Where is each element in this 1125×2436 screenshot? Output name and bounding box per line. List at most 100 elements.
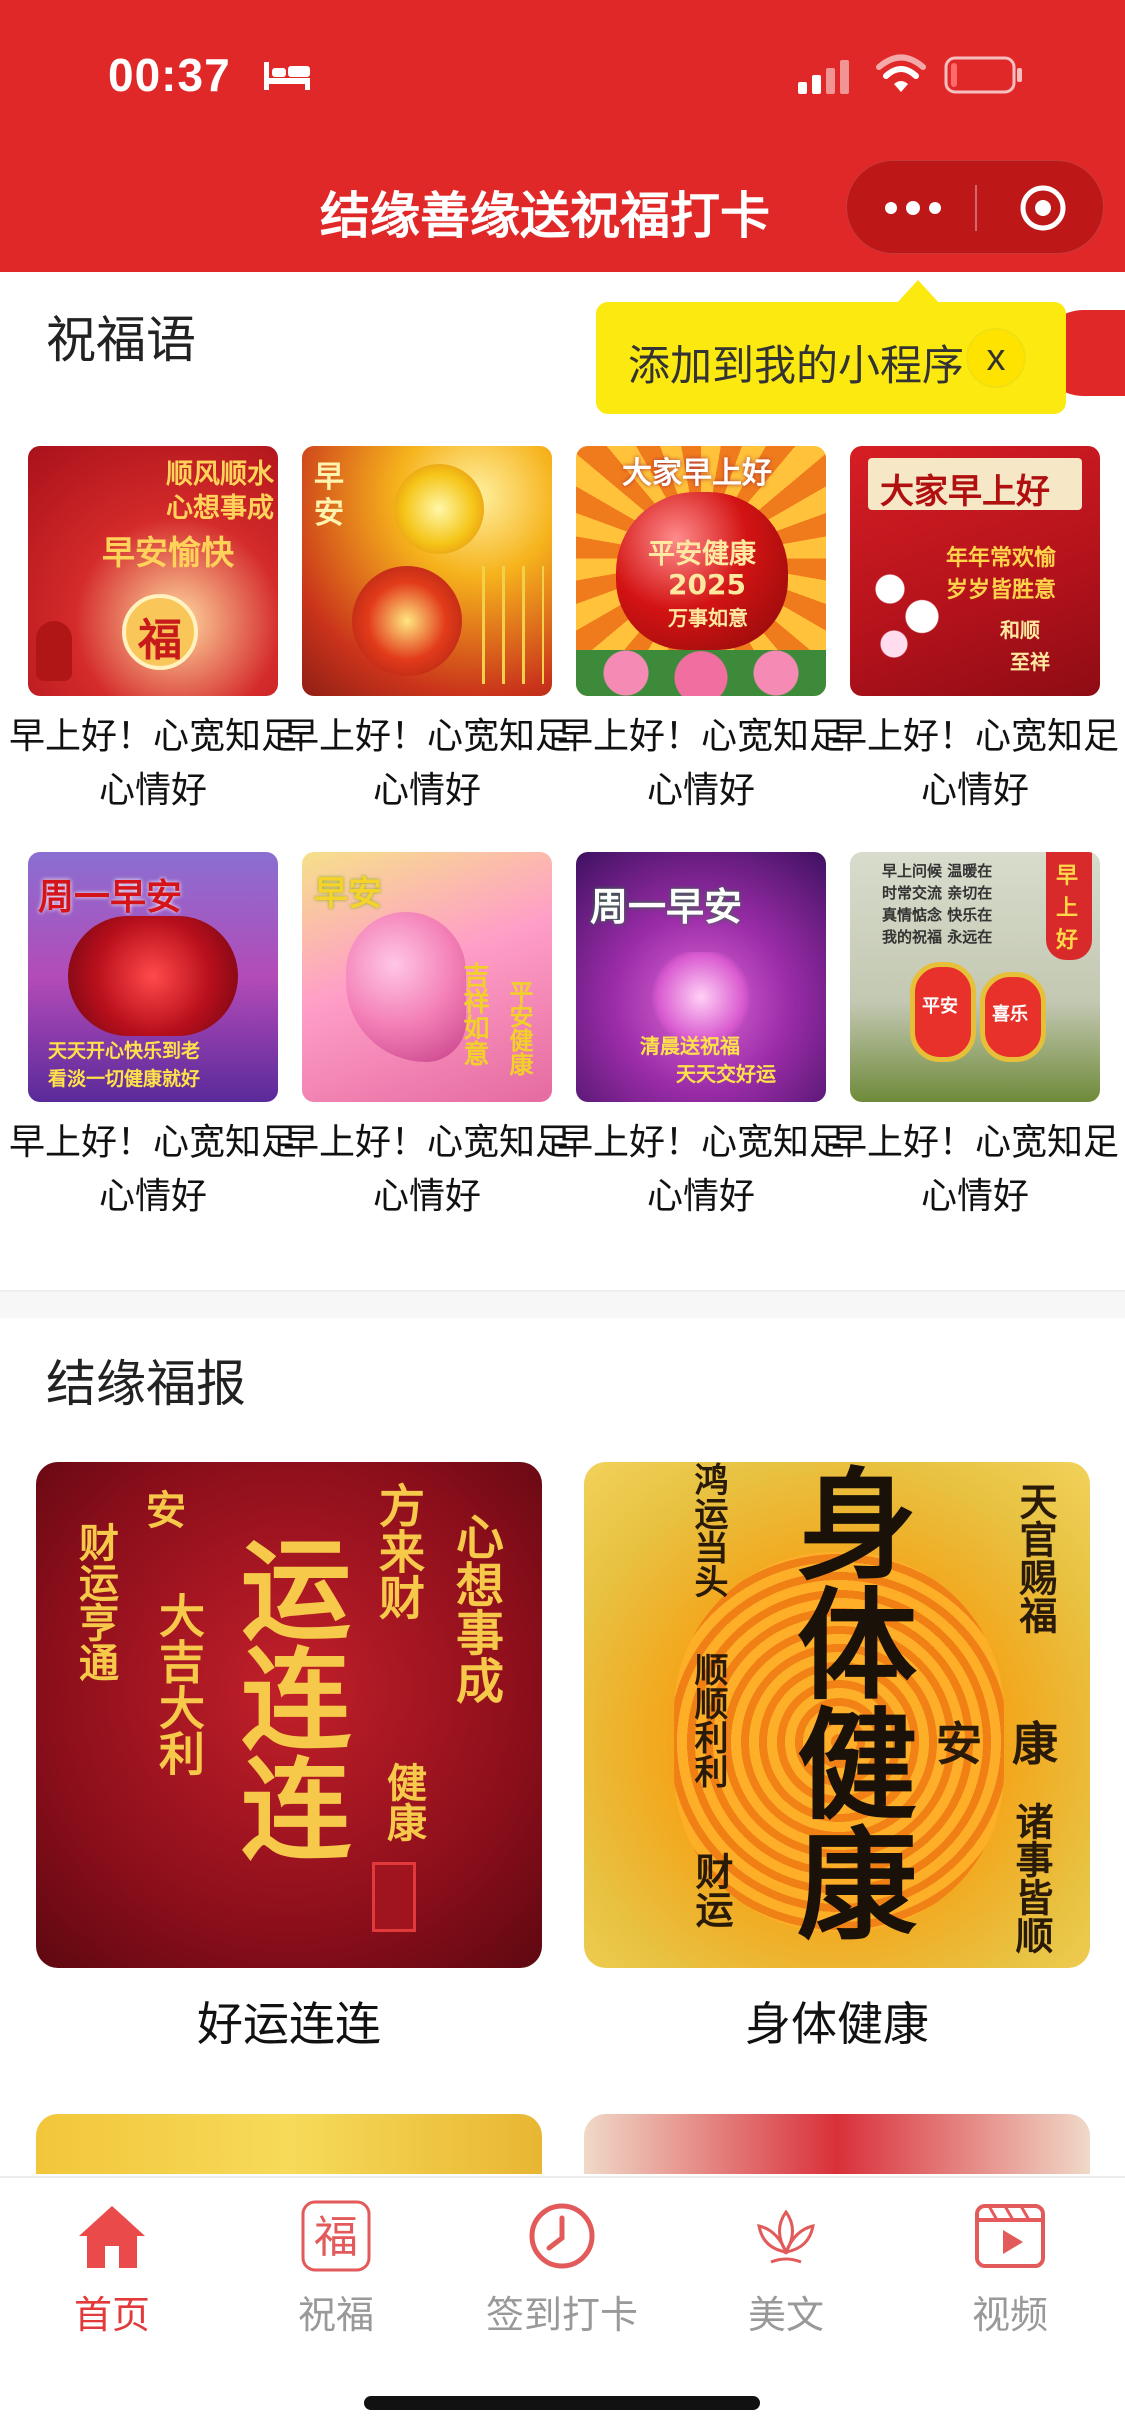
battery-icon: [944, 56, 1022, 94]
image-text: 早: [1056, 864, 1079, 889]
image-text: 早上问候 温暖在: [882, 862, 993, 880]
tooltip-close-button[interactable]: x: [968, 330, 1024, 386]
fu-icon: 福: [301, 2200, 371, 2272]
greeting-image: 早上问候 温暖在 时常交流 亲切在 真情惦念 快乐在 我的祝福 永远在 早 上 …: [850, 852, 1100, 1102]
clock-icon: [529, 2203, 595, 2269]
image-text: 运连连: [222, 1532, 350, 1862]
target-close-icon: [1020, 185, 1066, 231]
image-text: 平安健康: [648, 539, 756, 570]
status-time: 00:37: [108, 49, 231, 101]
fortune-section-title: 结缘福报: [46, 1355, 246, 1413]
image-text: 天天开心快乐到老: [48, 1040, 201, 1062]
capsule-divider: [975, 185, 977, 231]
greeting-image: 顺风顺水 心想事成 早安愉快 福: [28, 446, 278, 696]
image-text: 上: [1056, 896, 1079, 921]
greeting-image: 早 安: [302, 446, 552, 696]
greeting-image: 大家早上好 年年常欢愉 岁岁皆胜意 和顺 至祥: [850, 446, 1100, 696]
close-miniprogram-button[interactable]: [1005, 183, 1081, 233]
image-text: 早安: [314, 874, 382, 914]
greeting-image: 周一早安 清晨送祝福 天天交好运: [576, 852, 826, 1102]
more-button[interactable]: [875, 183, 951, 233]
tab-label: 祝福: [297, 2293, 374, 2337]
greeting-image: 周一早安 天天开心快乐到老 看淡一切健康就好: [28, 852, 278, 1102]
fortune-card-partial[interactable]: [584, 2114, 1090, 2174]
home-indicator: [364, 2396, 760, 2410]
image-text: 好: [1056, 928, 1079, 953]
greeting-caption: 早上好！心宽知足心情好: [830, 1122, 1119, 1217]
image-text: 2025: [668, 568, 746, 601]
greeting-card[interactable]: 大家早上好 平安健康 2025 万事如意 早上好！心宽知足心情好: [557, 446, 845, 818]
tab-home[interactable]: 首页: [32, 2200, 192, 2339]
image-text: 安: [146, 1488, 186, 1534]
greeting-caption: 早上好！心宽知足心情好: [830, 716, 1119, 811]
image-text: 天天交好运: [676, 1062, 776, 1086]
fortune-image: 身体健康 鸿运当头 顺顺利利 天官赐福 安康 诸事皆顺 财运: [584, 1462, 1090, 1968]
image-text: 安康: [936, 1717, 1088, 1771]
image-text: 诸事皆顺: [1009, 1802, 1053, 1954]
bird-decoration: [346, 912, 466, 1062]
image-text: 平安: [922, 996, 958, 1017]
text-columns-decoration: [482, 566, 544, 684]
greeting-card[interactable]: 周一早安 清晨送祝福 天天交好运 早上好！心宽知足心情好: [557, 852, 845, 1224]
flower-decoration: [352, 566, 462, 676]
svg-text:福: 福: [314, 2212, 358, 2263]
tab-label: 美文: [747, 2293, 824, 2337]
flowers-decoration: [576, 650, 826, 696]
image-text: 清晨送祝福: [640, 1034, 740, 1058]
tooltip-text: 添加到我的小程序: [628, 341, 965, 390]
greeting-caption: 早上好！心宽知足心情好: [282, 1122, 571, 1217]
greeting-image: 早安 吉祥如意 平安健康: [302, 852, 552, 1102]
tab-label: 视频: [971, 2293, 1048, 2337]
image-text: 喜乐: [992, 1004, 1028, 1025]
greeting-card[interactable]: 大家早上好 年年常欢愉 岁岁皆胜意 和顺 至祥 早上好！心宽知足心情好: [831, 446, 1119, 818]
lotus-icon: [757, 2209, 815, 2264]
greeting-card[interactable]: 顺风顺水 心想事成 早安愉快 福 早上好！心宽知足心情好: [9, 446, 297, 818]
fortune-card[interactable]: 财运亨通 大吉大利 运连连 方来财 心想事成 健康 安 好运连连: [36, 1462, 542, 2054]
image-text: 健康: [380, 1762, 426, 1842]
greeting-card[interactable]: 早安 吉祥如意 平安健康 早上好！心宽知足心情好: [283, 852, 571, 1224]
image-text: 顺顺利利: [688, 1652, 728, 1788]
fortune-card-partial[interactable]: [36, 2114, 542, 2174]
image-text: 真情惦念 快乐在: [882, 906, 993, 924]
image-text: 看淡一切健康就好: [48, 1068, 201, 1090]
fortune-caption: 身体健康: [745, 1997, 929, 2051]
image-text: 万事如意: [668, 606, 748, 630]
greeting-card[interactable]: 周一早安 天天开心快乐到老 看淡一切健康就好 早上好！心宽知足心情好: [9, 852, 297, 1224]
image-text: 福: [138, 615, 182, 666]
image-text: 财运亨通: [72, 1522, 118, 1682]
seal-stamp: [372, 1862, 416, 1932]
tab-video[interactable]: 视频: [930, 2200, 1090, 2339]
image-text: 周一早安: [590, 885, 743, 929]
tab-blessing[interactable]: 福 祝福: [256, 2200, 416, 2339]
image-text: 大吉大利: [152, 1592, 206, 1776]
greeting-card[interactable]: 早 安 早上好！心宽知足心情好: [283, 446, 571, 818]
blossom-decoration: [646, 952, 756, 1042]
image-text: 至祥: [1010, 650, 1050, 674]
cellular-signal-icon: [798, 60, 849, 94]
greeting-card[interactable]: 早上问候 温暖在 时常交流 亲切在 真情惦念 快乐在 我的祝福 永远在 早 上 …: [831, 852, 1119, 1224]
vase-decoration: [36, 621, 72, 681]
image-text: 和顺: [1000, 618, 1040, 642]
image-text: 早安愉快: [102, 533, 234, 572]
fortune-image: 财运亨通 大吉大利 运连连 方来财 心想事成 健康 安: [36, 1462, 542, 1968]
greeting-caption: 早上好！心宽知足心情好: [8, 716, 297, 811]
image-text: 方来财: [372, 1482, 426, 1620]
greeting-caption: 早上好！心宽知足心情好: [282, 716, 571, 811]
add-to-my-miniprogram-tooltip: 添加到我的小程序 x: [596, 280, 1066, 414]
image-text: 平安健康: [505, 980, 533, 1076]
wifi-icon: [876, 54, 926, 92]
image-text: 安: [314, 496, 344, 531]
tab-checkin[interactable]: 签到打卡: [482, 2200, 642, 2339]
tab-articles[interactable]: 美文: [706, 2200, 866, 2339]
page-title-text: 结缘善缘送祝福打卡: [320, 187, 770, 245]
greeting-caption: 早上好！心宽知足心情好: [556, 716, 845, 811]
image-text: 吉祥如意: [459, 962, 489, 1066]
fortune-card[interactable]: 身体健康 鸿运当头 顺顺利利 天官赐福 安康 诸事皆顺 财运 身体健康: [584, 1462, 1090, 2054]
miniprogram-capsule: [846, 160, 1104, 254]
image-text: 我的祝福 永远在: [882, 928, 993, 946]
fortune-caption: 好运连连: [197, 1997, 381, 2051]
blossom-decoration: [866, 556, 946, 666]
nav-header: 00:37 结缘善缘送祝福打卡: [0, 0, 1125, 272]
greeting-caption: 早上好！心宽知足心情好: [556, 1122, 845, 1217]
greeting-image: 大家早上好 平安健康 2025 万事如意: [576, 446, 826, 696]
